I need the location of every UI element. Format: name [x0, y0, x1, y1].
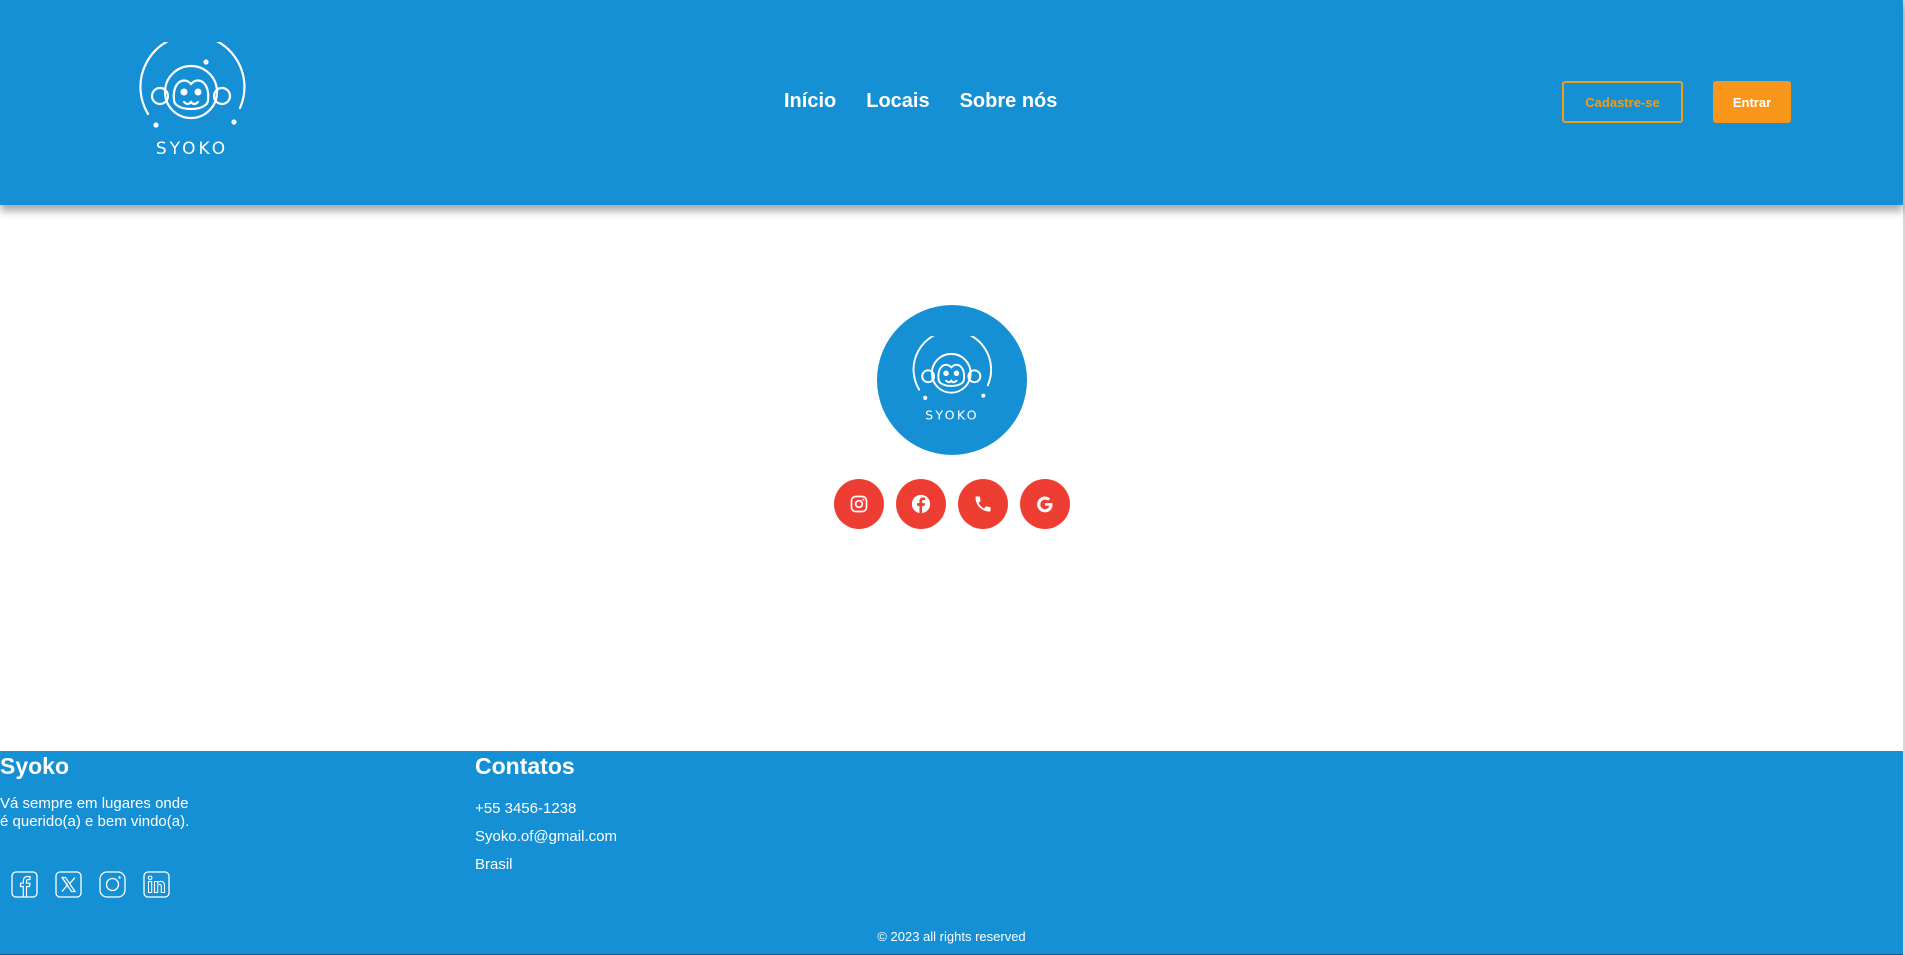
footer-facebook-link[interactable] — [11, 871, 38, 898]
footer-tagline-line2: é querido(a) e bem vindo(a). — [0, 813, 190, 830]
facebook-button[interactable] — [896, 479, 946, 529]
copyright-text: © 2023 all rights reserved — [877, 929, 1026, 944]
facebook-icon — [911, 494, 931, 514]
footer-tagline: Vá sempre em lugares onde é querido(a) e… — [0, 795, 230, 831]
footer-social-links — [11, 871, 170, 898]
instagram-button[interactable] — [834, 479, 884, 529]
contacts-list: +55 3456-1238 Syoko.of@gmail.com Brasil — [475, 795, 617, 879]
google-button[interactable] — [1020, 479, 1070, 529]
nav-link-sobre-nos[interactable]: Sobre nós — [960, 90, 1058, 113]
header-logo[interactable]: SYOKO — [136, 33, 248, 160]
footer-brand: Syoko — [0, 753, 70, 779]
x-icon — [55, 871, 82, 898]
site-header: SYOKO Início Locais Sobre nós Cadastre-s… — [0, 0, 1903, 205]
footer-x-link[interactable] — [55, 871, 82, 898]
footer-tagline-line1: Vá sempre em lugares onde — [0, 795, 189, 812]
instagram-icon — [850, 495, 868, 513]
main-logo-text: SYOKO — [925, 408, 979, 423]
facebook-icon — [11, 871, 38, 898]
contact-email[interactable]: Syoko.of@gmail.com — [475, 823, 617, 851]
google-icon — [1037, 496, 1053, 513]
nav-link-locais[interactable]: Locais — [866, 90, 929, 113]
footer-linkedin-link[interactable] — [143, 871, 170, 898]
page: SYOKO Início Locais Sobre nós Cadastre-s… — [0, 0, 1905, 955]
instagram-icon — [99, 871, 126, 898]
footer-instagram-link[interactable] — [99, 871, 126, 898]
signup-button[interactable]: Cadastre-se — [1562, 81, 1683, 123]
login-button[interactable]: Entrar — [1713, 81, 1791, 123]
site-footer: Syoko Vá sempre em lugares onde é querid… — [0, 751, 1903, 955]
phone-button[interactable] — [958, 479, 1008, 529]
linkedin-icon — [143, 871, 170, 898]
contacts-title: Contatos — [475, 753, 575, 779]
social-links — [834, 479, 1070, 529]
main-logo-badge: SYOKO — [877, 305, 1027, 455]
monkey-logo-icon: SYOKO — [139, 33, 246, 159]
nav-link-inicio[interactable]: Início — [784, 90, 836, 113]
logo-text: SYOKO — [156, 139, 228, 159]
main-nav: Início Locais Sobre nós — [784, 90, 1057, 113]
monkey-logo-icon: SYOKO — [912, 336, 993, 423]
phone-icon — [975, 496, 991, 512]
contact-country: Brasil — [475, 856, 513, 873]
contact-phone[interactable]: +55 3456-1238 — [475, 795, 617, 823]
